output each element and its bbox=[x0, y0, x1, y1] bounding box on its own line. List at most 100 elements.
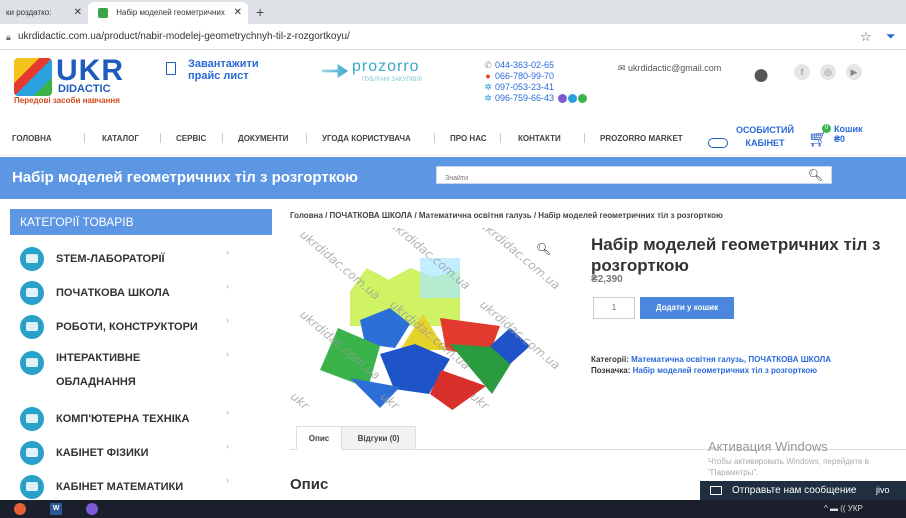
sidebar-item-label: КОМП'ЮТЕРНА ТЕХНІКА bbox=[56, 413, 190, 425]
phone-row[interactable]: ✲ 097-053-23-41 bbox=[484, 82, 587, 93]
chat-label: Отправьте нам сообщение bbox=[732, 485, 857, 496]
logo-cube-icon bbox=[14, 58, 52, 96]
chat-widget[interactable]: Отправьте нам сообщение jivo bbox=[700, 481, 906, 500]
sidebar-item-math[interactable]: КАБІНЕТ МАТЕМАТИКИ › bbox=[10, 471, 272, 501]
facebook-icon[interactable]: f bbox=[794, 64, 810, 80]
sidebar-item-interactive[interactable]: ІНТЕРАКТИВНЕ ОБЛАДНАННЯ › bbox=[10, 345, 272, 401]
phone-list: ✆ 044-363-02-65 ● 066-780-99-70 ✲ 097-053-2… bbox=[484, 60, 587, 104]
price-list-line2: прайс лист bbox=[188, 70, 249, 82]
phone-row[interactable]: ● 066-780-99-70 bbox=[484, 71, 587, 82]
activation-line1: Чтобы активировать Windows, перейдите в bbox=[708, 457, 869, 466]
mail-icon: ✉ bbox=[618, 63, 629, 73]
category-heading: КАТЕГОРІЇ ТОВАРІВ bbox=[10, 209, 272, 235]
stem-icon bbox=[20, 247, 44, 271]
quantity-input[interactable]: 1 bbox=[593, 297, 635, 319]
nav-divider bbox=[584, 133, 585, 143]
sidebar-item-label: КАБІНЕТ МАТЕМАТИКИ bbox=[56, 481, 184, 493]
sidebar-item-computers[interactable]: КОМП'ЮТЕРНА ТЕХНІКА › bbox=[10, 403, 272, 433]
nav-item-contacts[interactable]: КОНТАКТИ bbox=[518, 134, 561, 143]
word-taskbar-icon[interactable]: W bbox=[50, 503, 62, 515]
tab-description[interactable]: Опис bbox=[296, 426, 342, 450]
system-tray[interactable]: ^ ▬ (( УКР bbox=[824, 504, 863, 513]
interactive-icon bbox=[20, 351, 44, 375]
key-icon[interactable] bbox=[708, 138, 728, 148]
sidebar-item-label: STEM-ЛАБОРАТОРІЇ bbox=[56, 253, 165, 265]
robots-icon bbox=[20, 315, 44, 339]
nav-item-catalog[interactable]: КАТАЛОГ bbox=[102, 134, 139, 143]
nav-item-prozorro-market[interactable]: PROZORRO MARKET bbox=[600, 134, 683, 143]
sidebar-item-robots[interactable]: РОБОТИ, КОНСТРУКТОРИ › bbox=[10, 311, 272, 341]
chevron-right-icon: › bbox=[226, 281, 229, 291]
nav-item-service[interactable]: СЕРВІС bbox=[176, 134, 206, 143]
nav-item-about[interactable]: ПРО НАС bbox=[450, 134, 487, 143]
phone-number: 096-759-66-43 bbox=[495, 93, 555, 103]
tab-reviews[interactable]: Відгуки (0) bbox=[342, 426, 416, 450]
cart-label: Кошик bbox=[834, 124, 863, 134]
sidebar-item-primary-school[interactable]: ПОЧАТКОВА ШКОЛА › bbox=[10, 277, 272, 307]
cart-count-badge: 0 bbox=[822, 124, 831, 133]
prozorro-arrow-icon bbox=[322, 64, 348, 78]
email-link[interactable]: ✉ ukrdidactic@gmail.com bbox=[618, 63, 721, 74]
product-image[interactable]: ukrdidac.com.ua ukrdidac.com.ua ukrdidac… bbox=[290, 228, 562, 412]
viber-taskbar-icon[interactable] bbox=[86, 503, 98, 515]
site-logo[interactable]: UKR DIDACTIC Передові засоби навчання bbox=[14, 54, 144, 106]
sidebar-item-physics[interactable]: КАБІНЕТ ФІЗИКИ › bbox=[10, 437, 272, 467]
add-to-cart-button[interactable]: Додати у кошик bbox=[640, 297, 734, 319]
product-meta: Категорії: Математична освітня галузь, П… bbox=[591, 354, 861, 376]
chevron-right-icon: › bbox=[226, 407, 229, 417]
cart-link[interactable]: Кошик ₴0 bbox=[834, 124, 863, 144]
search-input[interactable] bbox=[437, 170, 797, 187]
category-sidebar: КАТЕГОРІЇ ТОВАРІВ STEM-ЛАБОРАТОРІЇ › ПОЧ… bbox=[10, 209, 272, 501]
instagram-icon[interactable]: ◎ bbox=[820, 64, 836, 80]
address-bar[interactable]: 🔒︎ ukrdidactic.com.ua/product/nabir-mode… bbox=[0, 24, 906, 50]
tab-close-icon[interactable]: ✕ bbox=[234, 2, 242, 24]
new-tab-button[interactable]: + bbox=[256, 4, 264, 20]
product-name: Набір моделей геометричних тіл з розгорт… bbox=[591, 235, 881, 275]
primary-school-icon bbox=[20, 281, 44, 305]
tag-link[interactable]: Набір моделей геометричних тіл з розгорт… bbox=[633, 366, 818, 375]
nav-divider bbox=[434, 133, 435, 143]
sidebar-item-stem[interactable]: STEM-ЛАБОРАТОРІЇ › bbox=[10, 243, 272, 273]
favicon-icon bbox=[98, 7, 108, 18]
product-price: ₴2,390 bbox=[591, 274, 623, 285]
logo-slogan: Передові засоби навчання bbox=[14, 96, 120, 105]
price-list-line1: Завантажити bbox=[188, 58, 259, 70]
logo-didactic: DIDACTIC bbox=[58, 83, 111, 95]
breadcrumb[interactable]: Головна / ПОЧАТКОВА ШКОЛА / Математична … bbox=[290, 211, 723, 220]
sidebar-item-label: ІНТЕРАКТИВНЕ bbox=[56, 352, 141, 364]
phone-row[interactable]: ✆ 044-363-02-65 bbox=[484, 60, 587, 71]
chat-icon bbox=[710, 486, 722, 495]
phone-number: 066-780-99-70 bbox=[495, 71, 555, 81]
chevron-right-icon: › bbox=[226, 247, 229, 257]
prozorro-logo[interactable]: prozorro ПУБЛІЧНІ ЗАКУПІВЛІ bbox=[322, 58, 462, 88]
whatsapp-icon[interactable] bbox=[577, 94, 587, 104]
extension-icon[interactable]: ⏷ bbox=[886, 29, 896, 44]
nav-item-user-agreement[interactable]: УГОДА КОРИСТУВАЧА bbox=[322, 134, 411, 143]
categories-link[interactable]: Математична освітня галузь, ПОЧАТКОВА ШК… bbox=[631, 355, 831, 364]
prozorro-sub: ПУБЛІЧНІ ЗАКУПІВЛІ bbox=[362, 77, 422, 83]
phone-number: 097-053-23-41 bbox=[495, 82, 555, 92]
activation-line2: "Параметры". bbox=[708, 468, 759, 477]
atom-icon bbox=[20, 441, 44, 465]
telegram-icon[interactable] bbox=[567, 94, 577, 104]
sidebar-item-label: РОБОТИ, КОНСТРУКТОРИ bbox=[56, 321, 198, 333]
viber-icon[interactable] bbox=[557, 94, 567, 104]
nav-divider bbox=[306, 133, 307, 143]
personal-cabinet-link[interactable]: ОСОБИСТИЙ КАБІНЕТ bbox=[736, 124, 794, 150]
browser-tab-bar: ки роздатко: ✕ Набір моделей геометрични… bbox=[0, 0, 906, 24]
nav-item-home[interactable]: ГОЛОВНА bbox=[12, 134, 52, 143]
youtube-icon[interactable]: ▶ bbox=[846, 64, 862, 80]
apple-icon: ● bbox=[752, 58, 771, 91]
browser-tab-active[interactable]: Набір моделей геометричних ✕ bbox=[88, 2, 248, 24]
phone-row[interactable]: ✲ 096-759-66-43 bbox=[484, 93, 587, 104]
search-icon[interactable]: 🔍︎ bbox=[808, 167, 823, 183]
nav-item-documents[interactable]: ДОКУМЕНТИ bbox=[238, 134, 288, 143]
browser-taskbar-icon[interactable] bbox=[14, 503, 26, 515]
url-text[interactable]: ukrdidactic.com.ua/product/nabir-modelej… bbox=[18, 31, 350, 42]
tab-close-icon[interactable]: ✕ bbox=[74, 2, 82, 24]
browser-tab[interactable]: ки роздатко: ✕ bbox=[0, 2, 88, 24]
zoom-icon[interactable]: 🔍︎ bbox=[536, 242, 551, 256]
nav-divider bbox=[500, 133, 501, 143]
chevron-right-icon: › bbox=[226, 475, 229, 485]
star-icon[interactable]: ☆ bbox=[860, 29, 872, 45]
